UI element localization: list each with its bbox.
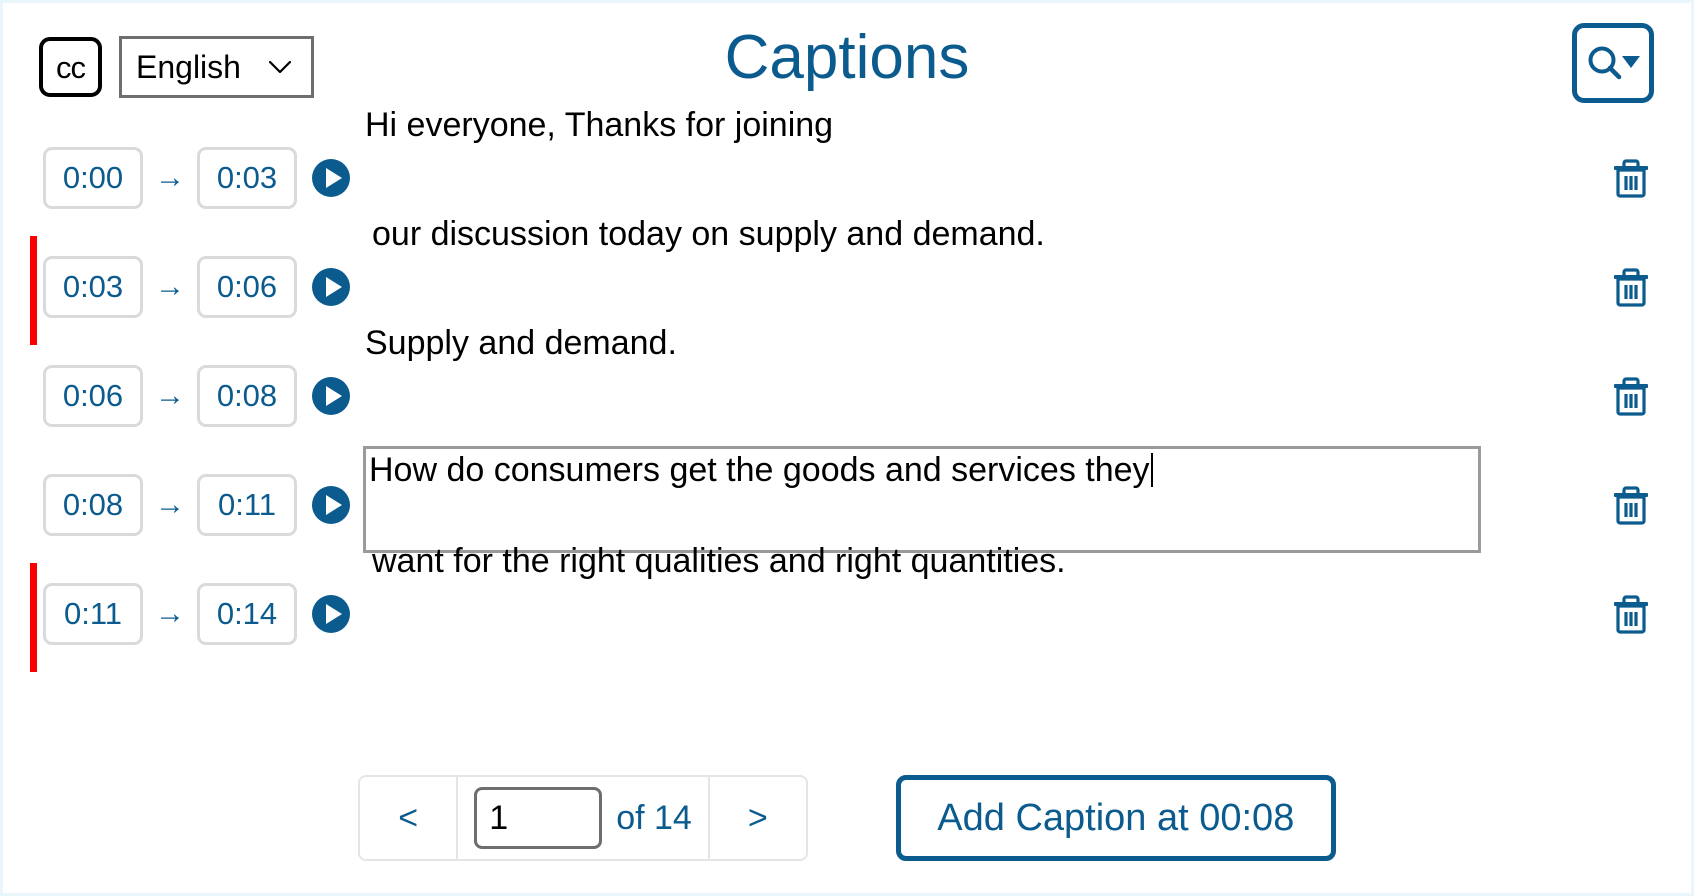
- overlap-flag-bar: [30, 236, 37, 345]
- search-button[interactable]: [1572, 23, 1654, 103]
- caption-text[interactable]: Supply and demand.: [365, 323, 677, 364]
- header-bar: cc English Captions: [3, 3, 1691, 121]
- overlap-flag-slot: [3, 341, 33, 450]
- trash-icon[interactable]: [1612, 593, 1650, 635]
- time-arrow-icon: →: [155, 160, 185, 194]
- trash-icon[interactable]: [1612, 484, 1650, 526]
- start-time-input[interactable]: 0:00: [43, 146, 143, 209]
- delete-cell: [1571, 266, 1691, 308]
- pagination-control: < 1 of 14 >: [358, 775, 808, 861]
- prev-page-button[interactable]: <: [360, 777, 459, 859]
- delete-cell: [1571, 375, 1691, 417]
- time-range-group: 0:06 → 0:08: [33, 364, 297, 427]
- overlap-flag-slot: [3, 123, 33, 232]
- table-row: 0:03 → 0:06 our discussion today on supp…: [3, 215, 1691, 345]
- time-range-group: 0:11 → 0:14: [33, 582, 297, 645]
- delete-cell: [1571, 593, 1691, 635]
- caption-text[interactable]: Hi everyone, Thanks for joining: [365, 105, 833, 146]
- add-caption-button[interactable]: Add Caption at 00:08: [895, 775, 1336, 861]
- time-range-group: 0:00 → 0:03: [33, 146, 297, 209]
- start-time-input[interactable]: 0:08: [43, 473, 143, 536]
- time-arrow-icon: →: [155, 378, 185, 412]
- play-icon[interactable]: [311, 267, 351, 307]
- end-time-input[interactable]: 0:03: [197, 146, 297, 209]
- caret-down-icon: [1622, 56, 1640, 68]
- play-icon[interactable]: [311, 594, 351, 634]
- play-icon[interactable]: [311, 158, 351, 198]
- next-page-button[interactable]: >: [707, 777, 806, 859]
- end-time-input[interactable]: 0:14: [197, 582, 297, 645]
- end-time-input[interactable]: 0:11: [197, 473, 297, 536]
- trash-icon[interactable]: [1612, 266, 1650, 308]
- delete-cell: [1571, 484, 1691, 526]
- start-time-input[interactable]: 0:03: [43, 255, 143, 318]
- time-arrow-icon: →: [155, 487, 185, 521]
- page-number-input[interactable]: 1: [474, 787, 603, 849]
- time-range-group: 0:08 → 0:11: [33, 473, 297, 536]
- page-total-label: of 14: [616, 798, 692, 837]
- overlap-flag-bar: [30, 563, 37, 672]
- time-arrow-icon: →: [155, 269, 185, 303]
- page-number-group: 1 of 14: [458, 777, 708, 859]
- caption-list: 0:00 → 0:03 Hi everyone, Thanks for join…: [3, 106, 1691, 672]
- table-row: 0:11 → 0:14 want for the right qualities…: [3, 542, 1691, 672]
- play-icon[interactable]: [311, 376, 351, 416]
- delete-cell: [1571, 157, 1691, 199]
- overlap-flag-slot: [3, 232, 37, 345]
- end-time-input[interactable]: 0:06: [197, 255, 297, 318]
- overlap-flag-slot: [3, 450, 33, 559]
- start-time-input[interactable]: 0:11: [43, 582, 143, 645]
- caption-text: How do consumers get the goods and servi…: [369, 451, 1150, 489]
- table-row: 0:06 → 0:08 Supply and demand.: [3, 324, 1691, 450]
- end-time-input[interactable]: 0:08: [197, 364, 297, 427]
- caption-text[interactable]: our discussion today on supply and deman…: [372, 214, 1045, 255]
- start-time-input[interactable]: 0:06: [43, 364, 143, 427]
- time-arrow-icon: →: [155, 596, 185, 630]
- caption-text[interactable]: want for the right qualities and right q…: [372, 541, 1066, 582]
- text-cursor: [1150, 453, 1153, 487]
- search-icon: [1588, 46, 1640, 80]
- caption-text-cell: want for the right qualities and right q…: [363, 542, 1571, 668]
- caption-text-editor[interactable]: How do consumers get the goods and servi…: [363, 446, 1481, 553]
- trash-icon[interactable]: [1612, 375, 1650, 417]
- page-title: Captions: [724, 23, 970, 92]
- footer-bar: < 1 of 14 > Add Caption at 00:08: [3, 763, 1691, 873]
- captions-editor-window: cc English Captions 0:00 → 0:03 Hi every…: [0, 0, 1694, 896]
- play-icon[interactable]: [311, 485, 351, 525]
- trash-icon[interactable]: [1612, 157, 1650, 199]
- caption-text-cell: Supply and demand.: [363, 324, 1571, 450]
- overlap-flag-slot: [3, 559, 37, 672]
- time-range-group: 0:03 → 0:06: [33, 255, 297, 318]
